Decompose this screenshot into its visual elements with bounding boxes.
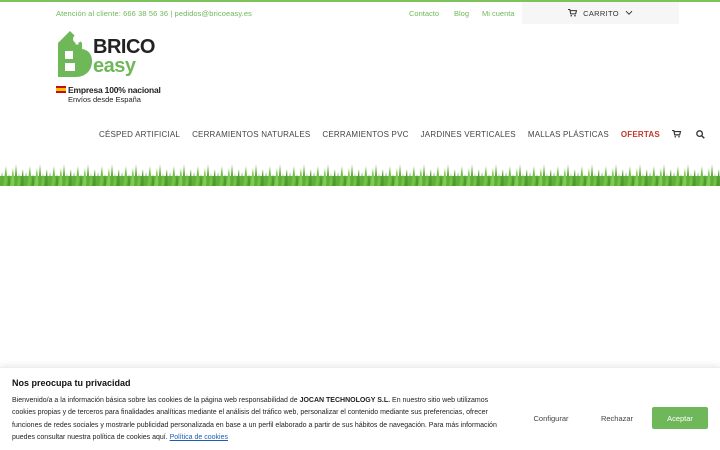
reject-cookies-button[interactable]: Rechazar [588,407,646,429]
cookie-banner-text: Bienvenido/a a la información básica sob… [12,395,512,445]
contact-link[interactable]: Contacto [409,9,454,18]
cookie-policy-link[interactable]: Política de cookies [170,434,228,441]
search-button[interactable] [696,129,705,139]
my-account-link[interactable]: Mi cuenta [482,9,515,18]
logo-b-mark [58,31,92,77]
nav-cart-button[interactable] [671,130,681,138]
cart-label: CARRITO [583,8,619,18]
cart-button[interactable]: CARRITO [522,2,679,24]
main-navigation: CÉSPED ARTIFICIAL CERRAMIENTOS NATURALES… [99,128,705,140]
nav-cerramientos-pvc[interactable]: CERRAMIENTOS PVC [322,130,408,139]
customer-service-info: Atención al cliente: 666 38 56 36 | pedi… [56,9,252,18]
cookie-company-name: JOCAN TECHNOLOGY S.L. [299,397,391,404]
cookie-banner-title: Nos preocupa tu privacidad [12,378,131,388]
grass-decoration [0,162,720,186]
search-icon [696,129,705,139]
accept-cookies-button[interactable]: Aceptar [652,407,708,429]
cookie-text-intro: Bienvenido/a a la información básica sob… [12,397,300,404]
logo-text-brico: BRICO [93,36,155,58]
configure-cookies-button[interactable]: Configurar [520,407,582,429]
nav-ofertas[interactable]: OFERTAS [621,130,660,139]
cart-icon [568,9,578,17]
logo-tagline-shipping: Envíos desde España [68,95,141,104]
blog-link[interactable]: Blog [454,9,482,18]
logo-text-easy: easy [93,55,136,77]
chevron-down-icon [625,10,633,15]
nav-jardines-verticales[interactable]: JARDINES VERTICALES [421,130,516,139]
nav-cesped-artificial[interactable]: CÉSPED ARTIFICIAL [99,130,180,139]
site-logo[interactable]: BRICO easy Empresa 100% nacional Envíos … [56,29,166,107]
nav-mallas-plasticas[interactable]: MALLAS PLÁSTICAS [528,130,609,139]
cookie-consent-banner: Nos preocupa tu privacidad Bienvenido/a … [0,367,720,450]
nav-cerramientos-naturales[interactable]: CERRAMIENTOS NATURALES [192,130,310,139]
cart-icon [671,130,681,138]
top-links: Contacto Blog Mi cuenta [409,9,515,18]
spain-flag-icon [56,86,66,93]
logo-tagline-national: Empresa 100% nacional [68,85,161,95]
